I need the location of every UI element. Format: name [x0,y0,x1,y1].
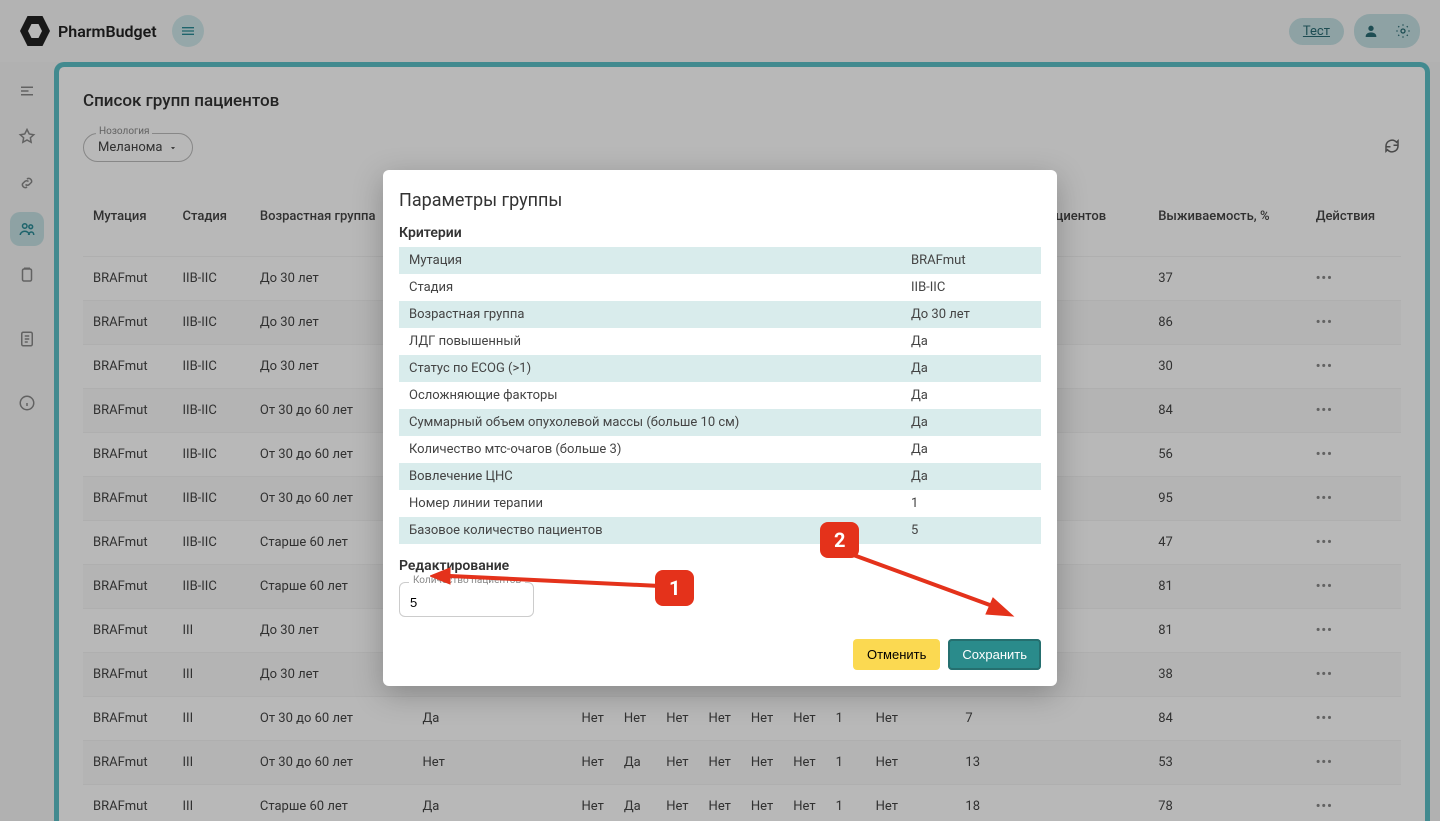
save-button[interactable]: Сохранить [948,639,1041,670]
criteria-key: Статус по ECOG (>1) [399,355,901,382]
criteria-key: Осложняющие факторы [399,382,901,409]
modal-overlay[interactable]: Параметры группы Критерии МутацияBRAFmut… [0,0,1440,821]
edit-heading: Редактирование [399,558,1041,574]
criteria-key: Мутация [399,247,901,274]
criteria-value: Да [901,328,1041,355]
patient-count-input[interactable] [399,582,534,617]
cancel-button[interactable]: Отменить [853,639,940,670]
criteria-key: Базовое количество пациентов [399,517,901,544]
criteria-value: Да [901,355,1041,382]
criteria-value: Да [901,409,1041,436]
criteria-value: Да [901,463,1041,490]
criteria-key: Стадия [399,274,901,301]
criteria-row: Базовое количество пациентов5 [399,517,1041,544]
criteria-row: Статус по ECOG (>1)Да [399,355,1041,382]
patient-count-label: Количество пациентов [409,575,525,586]
criteria-value: 1 [901,490,1041,517]
criteria-key: Номер линии терапии [399,490,901,517]
criteria-value: IIB-IIC [901,274,1041,301]
criteria-value: До 30 лет [901,301,1041,328]
criteria-row: Возрастная группаДо 30 лет [399,301,1041,328]
criteria-key: Количество мтс-очагов (больше 3) [399,436,901,463]
criteria-value: 5 [901,517,1041,544]
criteria-row: СтадияIIB-IIC [399,274,1041,301]
criteria-key: Суммарный объем опухолевой массы (больше… [399,409,901,436]
criteria-row: Суммарный объем опухолевой массы (больше… [399,409,1041,436]
criteria-row: МутацияBRAFmut [399,247,1041,274]
group-params-modal: Параметры группы Критерии МутацияBRAFmut… [383,170,1057,686]
criteria-heading: Критерии [399,225,1041,241]
criteria-value: Да [901,436,1041,463]
criteria-value: BRAFmut [901,247,1041,274]
criteria-value: Да [901,382,1041,409]
criteria-key: Возрастная группа [399,301,901,328]
criteria-row: Номер линии терапии1 [399,490,1041,517]
criteria-row: Осложняющие факторыДа [399,382,1041,409]
modal-title: Параметры группы [399,190,1041,211]
criteria-table: МутацияBRAFmutСтадияIIB-IICВозрастная гр… [399,247,1041,544]
criteria-row: Вовлечение ЦНСДа [399,463,1041,490]
criteria-key: ЛДГ повышенный [399,328,901,355]
criteria-key: Вовлечение ЦНС [399,463,901,490]
criteria-row: Количество мтс-очагов (больше 3)Да [399,436,1041,463]
criteria-row: ЛДГ повышенныйДа [399,328,1041,355]
